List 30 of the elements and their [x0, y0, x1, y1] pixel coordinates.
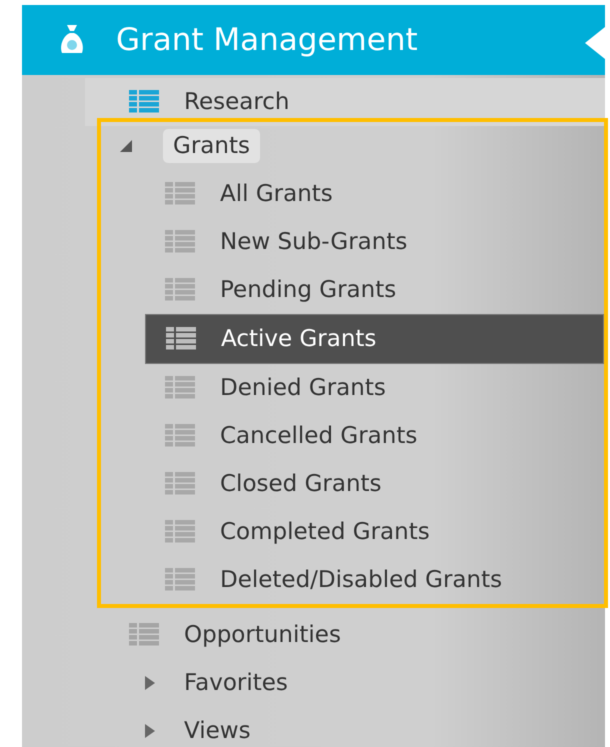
list-icon — [165, 182, 195, 206]
nav-subitem[interactable]: Active Grants — [145, 314, 604, 364]
nav-subitem[interactable]: Deleted/Disabled Grants — [145, 556, 604, 604]
nav-group[interactable]: Grants — [163, 129, 260, 163]
collapse-icon[interactable] — [585, 27, 605, 59]
nav-group[interactable]: Views — [174, 714, 261, 747]
list-icon — [165, 230, 195, 254]
nav-subitem[interactable]: Closed Grants — [145, 460, 604, 508]
nav-item[interactable]: Opportunities — [174, 618, 351, 652]
list-icon — [165, 520, 195, 544]
list-icon — [165, 278, 195, 302]
expanded-icon[interactable] — [120, 140, 132, 152]
nav-item[interactable]: Research — [85, 78, 605, 126]
list-icon — [129, 623, 159, 647]
nav-subitem[interactable]: All Grants — [145, 170, 604, 218]
list-icon — [165, 376, 195, 400]
nav-subitem[interactable]: New Sub-Grants — [145, 218, 604, 266]
list-icon — [129, 90, 159, 114]
nav-subitem[interactable]: Pending Grants — [145, 266, 604, 314]
list-icon — [166, 327, 196, 351]
app-title: Grant Management — [116, 22, 418, 58]
list-icon — [165, 424, 195, 448]
collapsed-icon[interactable] — [145, 724, 155, 738]
list-icon — [165, 472, 195, 496]
nav-group[interactable]: Favorites — [174, 666, 298, 700]
collapsed-icon[interactable] — [145, 676, 155, 690]
nav-subitem[interactable]: Cancelled Grants — [145, 412, 604, 460]
nav-subitem[interactable]: Completed Grants — [145, 508, 604, 556]
nav-subitem[interactable]: Denied Grants — [145, 364, 604, 412]
list-icon — [165, 568, 195, 592]
